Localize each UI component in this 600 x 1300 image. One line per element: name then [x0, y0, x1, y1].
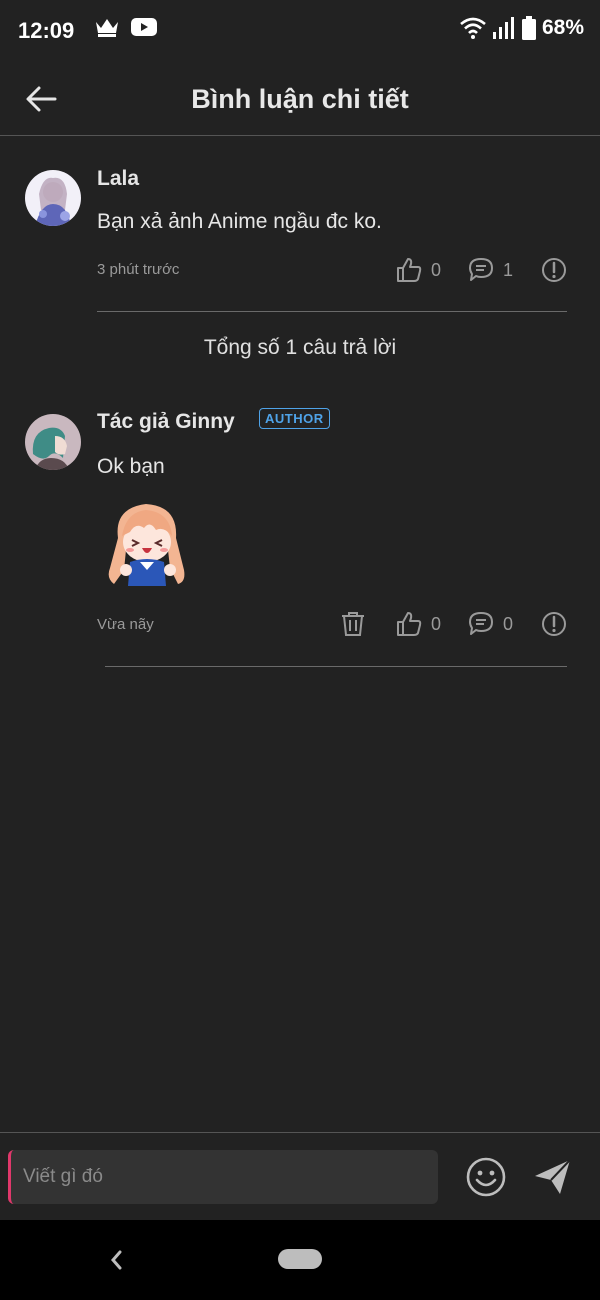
alert-circle-icon	[542, 258, 566, 282]
reply-button[interactable]: 1	[467, 256, 513, 284]
report-button[interactable]	[540, 256, 568, 284]
comment-icon	[469, 612, 493, 635]
chevron-left-icon	[111, 1250, 122, 1270]
reply-count-value: 0	[503, 613, 514, 634]
page-title: Bình luận chi tiết	[191, 84, 409, 114]
send-button[interactable]	[532, 1156, 574, 1198]
avatar-image	[25, 414, 81, 470]
send-icon	[535, 1159, 571, 1194]
comment-icon	[469, 258, 493, 281]
screen: 12:09 68% Bình luận chi tiết Lala Bạn xả…	[0, 0, 600, 1300]
battery-icon	[521, 16, 536, 40]
nav-back-button[interactable]	[105, 1246, 127, 1274]
header: Bình luận chi tiết	[0, 60, 600, 136]
battery-percent: 68%	[541, 16, 584, 39]
comment-input-bar	[0, 1132, 600, 1220]
reply-text: Ok bạn	[97, 455, 165, 478]
author-badge: AUTHOR	[259, 408, 330, 429]
reply-summary: Tổng số 1 câu trả lời	[203, 336, 397, 359]
status-bar: 12:09 68%	[0, 0, 600, 60]
username[interactable]: Tác giả Ginny	[97, 410, 235, 434]
wifi-icon	[460, 17, 486, 39]
comment-input[interactable]	[8, 1150, 438, 1204]
divider	[97, 311, 567, 312]
nav-home-button[interactable]	[278, 1249, 322, 1269]
divider	[105, 666, 567, 667]
delete-button[interactable]	[339, 610, 367, 638]
comment-text: Bạn xả ảnh Anime ngầu đc ko.	[97, 210, 382, 233]
avatar-image	[25, 170, 81, 226]
status-left-icons	[94, 16, 158, 38]
reply-count-value: 1	[503, 259, 514, 280]
sticker-image	[108, 504, 185, 586]
avatar[interactable]	[25, 414, 81, 470]
avatar[interactable]	[25, 170, 81, 226]
status-right: 68%	[460, 16, 584, 40]
crown-icon	[96, 19, 118, 37]
emoji-button[interactable]	[465, 1156, 507, 1198]
thumbs-up-icon	[397, 612, 422, 636]
timestamp: 3 phút trước	[97, 261, 180, 278]
like-count: 0	[431, 259, 442, 280]
youtube-icon	[131, 18, 157, 36]
like-button[interactable]: 0	[395, 256, 441, 284]
thumbs-up-icon	[397, 258, 422, 282]
like-count: 0	[431, 613, 442, 634]
signal-icon	[492, 17, 514, 39]
username[interactable]: Lala	[97, 167, 139, 191]
smiley-icon	[466, 1157, 506, 1197]
alert-circle-icon	[542, 612, 566, 636]
trash-icon	[342, 612, 364, 636]
status-time: 12:09	[18, 18, 75, 43]
navigation-bar	[0, 1220, 600, 1300]
report-button[interactable]	[540, 610, 568, 638]
like-button[interactable]: 0	[395, 610, 441, 638]
reply-button[interactable]: 0	[467, 610, 513, 638]
timestamp: Vừa nãy	[97, 616, 154, 633]
